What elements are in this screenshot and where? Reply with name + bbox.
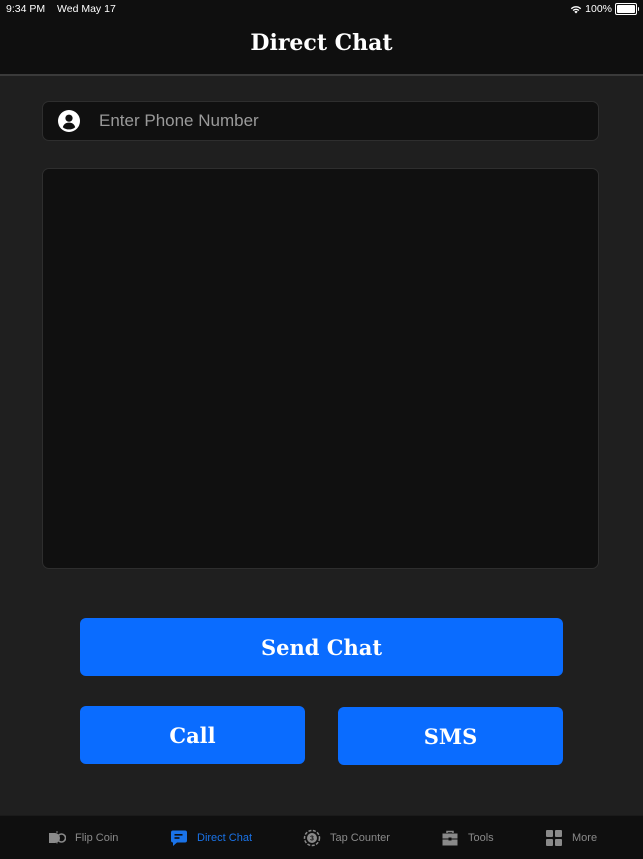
wifi-icon <box>570 5 582 13</box>
call-button[interactable]: Call <box>80 706 305 764</box>
tab-direct-chat[interactable]: Direct Chat <box>170 816 252 859</box>
status-date: Wed May 17 <box>57 3 116 15</box>
tab-label: Flip Coin <box>75 831 119 844</box>
tab-label: More <box>572 831 598 844</box>
battery-icon <box>615 3 639 15</box>
tab-label: Tools <box>468 831 494 844</box>
battery-percent: 100% <box>585 3 612 15</box>
toolbox-icon <box>442 830 458 845</box>
tab-more[interactable]: More <box>545 816 597 859</box>
svg-text:3: 3 <box>310 835 314 842</box>
grid-icon <box>546 829 562 846</box>
send-chat-button[interactable]: Send Chat <box>80 618 563 676</box>
tab-label: Tap Counter <box>330 831 390 844</box>
page-title: Direct Chat <box>250 30 393 56</box>
tab-bar: Flip Coin Direct Chat 3 Tap Counter Tool… <box>0 815 643 859</box>
status-time: 9:34 PM <box>6 3 46 15</box>
tab-tap-counter[interactable]: 3 Tap Counter <box>303 816 390 859</box>
tap-counter-icon: 3 <box>303 829 321 846</box>
tab-flip-coin[interactable]: Flip Coin <box>48 816 118 859</box>
navigation-bar: 9:34 PM Wed May 17 100% Direct Chat <box>0 0 643 76</box>
sms-button[interactable]: SMS <box>338 707 563 765</box>
tab-label: Direct Chat <box>197 831 253 844</box>
person-circle-icon <box>58 110 80 132</box>
message-textarea[interactable] <box>42 168 599 569</box>
phone-number-field[interactable] <box>42 101 599 141</box>
flip-coin-icon <box>49 830 66 845</box>
status-bar-left: 9:34 PM Wed May 17 <box>6 3 125 15</box>
tab-tools[interactable]: Tools <box>441 816 494 859</box>
chat-bubble-icon <box>171 830 187 846</box>
phone-number-input[interactable] <box>97 110 551 132</box>
status-bar-right: 100% <box>570 3 639 15</box>
